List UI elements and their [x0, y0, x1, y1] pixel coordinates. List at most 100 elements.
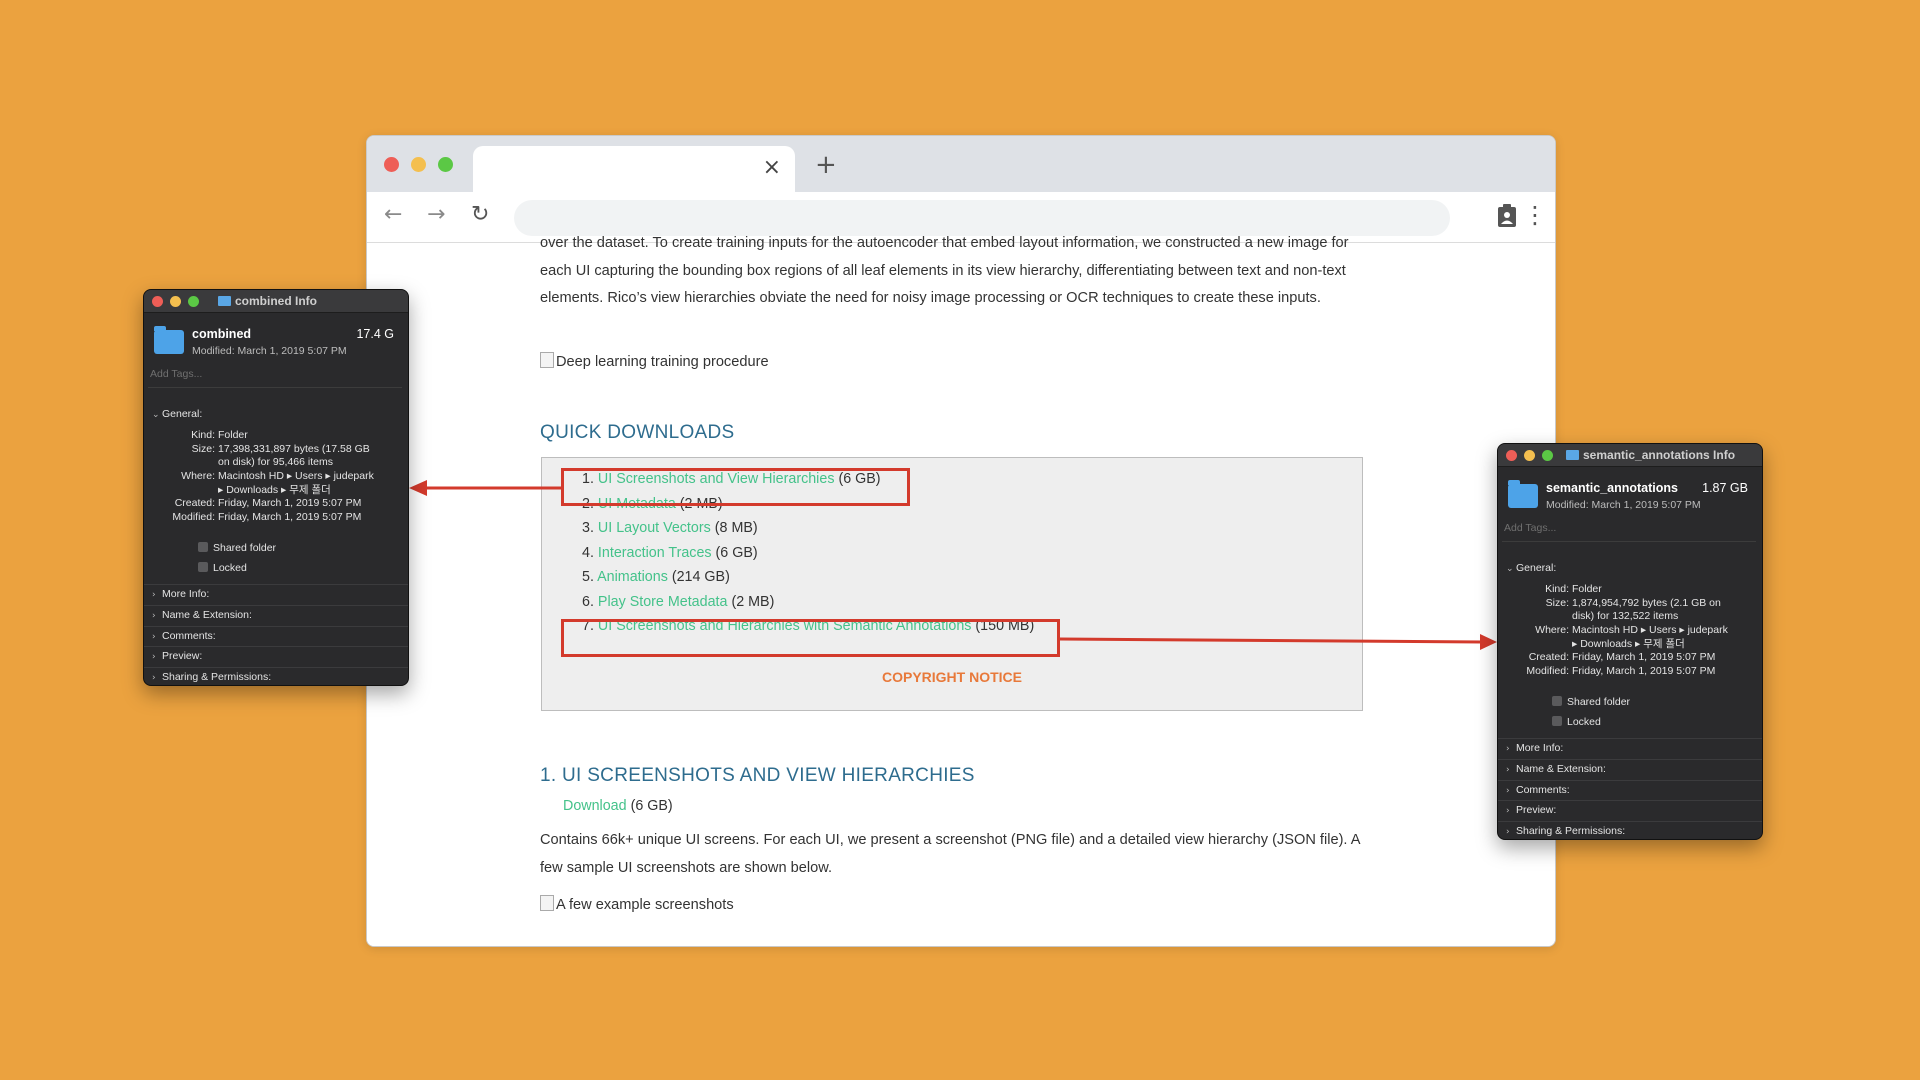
quick-downloads-heading: QUICK DOWNLOADS: [540, 422, 735, 443]
shared-folder-label: Shared folder: [213, 542, 277, 554]
close-window-button[interactable]: [384, 157, 399, 172]
preview-toggle[interactable]: › Preview:: [144, 646, 408, 667]
where-row: Where: Macintosh HD ▸ Users ▸ judepark: [144, 470, 408, 484]
created-key: Created:: [174, 497, 215, 510]
info-window-title-text: semantic_annotations Info: [1583, 448, 1736, 462]
checkbox[interactable]: [198, 542, 208, 552]
modified-row: Modified: Friday, March 1, 2019 5:07 PM: [144, 511, 408, 525]
section1-download-link[interactable]: Download: [563, 798, 627, 814]
zoom-window-button[interactable]: [438, 157, 453, 172]
page-content: over the dataset. To create training inp…: [367, 235, 1555, 946]
zoom-window-button[interactable]: [188, 296, 199, 307]
section-label: Sharing & Permissions:: [1516, 825, 1626, 838]
where-key: Where:: [181, 470, 215, 483]
created-value: Friday, March 1, 2019 5:07 PM: [1572, 651, 1716, 664]
info-window-title-text: combined Info: [235, 294, 317, 308]
copyright-notice-link[interactable]: COPYRIGHT NOTICE: [542, 669, 1362, 685]
minimize-window-button[interactable]: [170, 296, 181, 307]
comments-toggle[interactable]: › Comments:: [1498, 779, 1762, 801]
collapsed-sections: › More Info: › Name & Extension: › Comments…: [1498, 738, 1762, 839]
new-tab-icon[interactable]: +: [815, 152, 837, 178]
modified-row: Modified: Friday, March 1, 2019 5:07 PM: [1498, 665, 1762, 679]
preview-toggle[interactable]: › Preview:: [1498, 800, 1762, 821]
general-label: General:: [162, 408, 203, 420]
zoom-window-button[interactable]: [1542, 450, 1553, 461]
kind-key: Kind:: [191, 429, 215, 441]
section-label: Preview:: [1516, 804, 1557, 817]
chevron-right-icon: ›: [1506, 806, 1510, 817]
chevron-right-icon: ›: [1506, 764, 1510, 775]
checkbox[interactable]: [1552, 696, 1562, 706]
size-key: Size:: [1545, 596, 1569, 609]
download-item: 6. Play Store Metadata (2 MB): [582, 590, 1034, 615]
menu-dots-icon[interactable]: ⋮: [1523, 201, 1547, 229]
download-size: (2 MB): [731, 593, 775, 610]
download-item: 5. Animations (214 GB): [582, 565, 1034, 590]
locked-checkbox[interactable]: Locked: [198, 562, 247, 574]
general-section-toggle[interactable]: ⌄ General:: [152, 408, 202, 420]
name-extension-toggle[interactable]: › Name & Extension:: [1498, 758, 1762, 780]
sharing-permissions-toggle[interactable]: › Sharing & Permissions:: [144, 667, 408, 685]
chevron-right-icon: ›: [152, 590, 156, 600]
created-value: Friday, March 1, 2019 5:07 PM: [218, 497, 362, 510]
add-tags-field[interactable]: Add Tags...: [1502, 519, 1756, 542]
section-label: Name & Extension:: [1516, 762, 1606, 775]
more-info-toggle[interactable]: › More Info:: [144, 584, 408, 605]
tab-strip: × +: [367, 136, 1555, 192]
more-info-toggle[interactable]: › More Info:: [1498, 738, 1762, 759]
locked-checkbox[interactable]: Locked: [1552, 716, 1601, 728]
name-extension-toggle[interactable]: › Name & Extension:: [144, 604, 408, 626]
checkbox[interactable]: [1552, 716, 1562, 726]
size-row-cont: on disk) for 95,466 items: [144, 456, 408, 470]
general-details: Kind: Folder Size: 17,398,331,897 bytes (1…: [144, 429, 408, 525]
browser-tab[interactable]: ×: [473, 146, 795, 192]
where-value-cont: ▸ Downloads ▸ 무제 폴더: [218, 483, 331, 496]
back-arrow-icon[interactable]: ←: [384, 203, 402, 227]
download-item: 3. UI Layout Vectors (8 MB): [582, 516, 1034, 541]
download-link[interactable]: Interaction Traces: [598, 545, 712, 561]
highlight-box-item-1: [561, 468, 910, 506]
reload-icon[interactable]: ↻: [471, 203, 489, 227]
add-tags-field[interactable]: Add Tags...: [148, 365, 402, 388]
image-alt-text: Deep learning training procedure: [556, 354, 769, 370]
section1-download-size: (6 GB): [630, 798, 673, 814]
info-window-title: semantic_annotations Info: [1566, 448, 1735, 462]
image-alt-text: A few example screenshots: [556, 897, 734, 913]
shared-folder-checkbox[interactable]: Shared folder: [198, 542, 276, 554]
where-value: Macintosh HD ▸ Users ▸ judepark: [1572, 624, 1728, 637]
size-row-cont: disk) for 132,522 items: [1498, 610, 1762, 624]
shared-folder-checkbox[interactable]: Shared folder: [1552, 696, 1630, 708]
section1-paragraph: Contains 66k+ unique UI screens. For eac…: [540, 832, 1360, 876]
size-value-cont: on disk) for 95,466 items: [218, 456, 333, 469]
folder-icon: [154, 326, 184, 354]
kind-value: Folder: [218, 429, 248, 441]
comments-toggle[interactable]: › Comments:: [144, 625, 408, 647]
general-label: General:: [1516, 562, 1557, 574]
folder-icon: [1566, 450, 1579, 460]
close-window-button[interactable]: [1506, 450, 1517, 461]
modified-value: Friday, March 1, 2019 5:07 PM: [218, 511, 362, 524]
info-window-title: combined Info: [218, 294, 317, 308]
sharing-permissions-toggle[interactable]: › Sharing & Permissions:: [1498, 821, 1762, 839]
chevron-down-icon: ⌄: [1506, 564, 1514, 574]
download-link[interactable]: Play Store Metadata: [598, 594, 728, 610]
tab-close-icon[interactable]: ×: [763, 156, 781, 180]
close-window-button[interactable]: [152, 296, 163, 307]
download-item-number: 6.: [582, 593, 594, 610]
highlight-box-item-7: [561, 619, 1060, 657]
clipboard-profile-icon[interactable]: [1497, 204, 1517, 228]
where-key: Where:: [1535, 624, 1569, 637]
forward-arrow-icon[interactable]: →: [427, 203, 445, 227]
collapsed-sections: › More Info: › Name & Extension: › Comments…: [144, 584, 408, 685]
minimize-window-button[interactable]: [411, 157, 426, 172]
chevron-down-icon: ⌄: [152, 410, 160, 420]
download-link[interactable]: Animations: [597, 569, 668, 585]
created-row: Created: Friday, March 1, 2019 5:07 PM: [144, 497, 408, 511]
info-title-bar: combined Info: [144, 290, 408, 313]
minimize-window-button[interactable]: [1524, 450, 1535, 461]
download-link[interactable]: UI Layout Vectors: [598, 520, 711, 536]
download-item-number: 5.: [582, 569, 594, 585]
general-section-toggle[interactable]: ⌄ General:: [1506, 562, 1556, 574]
folder-icon: [218, 296, 231, 306]
checkbox[interactable]: [198, 562, 208, 572]
